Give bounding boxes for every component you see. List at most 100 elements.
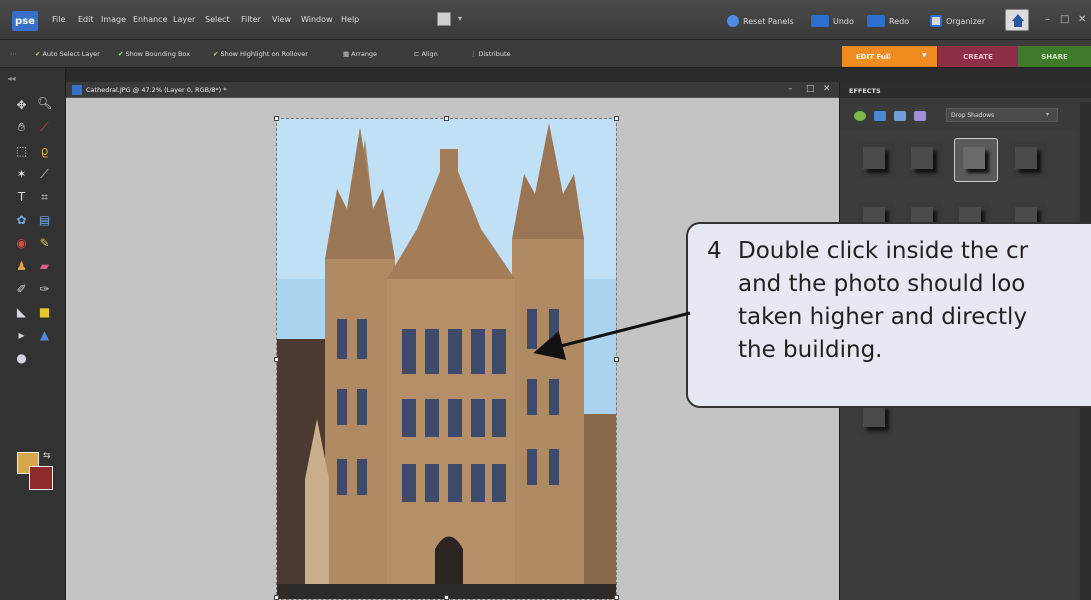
all-effects-icon[interactable] xyxy=(914,111,926,121)
callout-line-1: Double click inside the cr xyxy=(738,238,1029,264)
menu-image[interactable]: Image xyxy=(101,15,126,24)
straighten-tool-icon[interactable]: ▤ xyxy=(37,213,52,228)
cathedral-photo[interactable] xyxy=(276,118,617,600)
sponge-tool-icon[interactable]: ● xyxy=(14,351,29,366)
menu-file[interactable]: File xyxy=(52,15,65,24)
chevron-down-icon[interactable]: ▼ xyxy=(922,52,927,59)
arrange-icon: ▦ xyxy=(343,50,350,58)
organizer-button[interactable]: Organizer xyxy=(930,13,985,29)
callout-line-3: taken higher and directly xyxy=(738,304,1028,330)
custom-shape-tool-icon[interactable]: ▸ xyxy=(14,328,29,343)
effects-panel-title: EFFECTS xyxy=(849,87,881,95)
red-eye-tool-icon[interactable]: ◉ xyxy=(14,236,29,251)
blur-tool-icon[interactable]: ▲ xyxy=(37,328,52,343)
transform-handle-bottom[interactable] xyxy=(444,595,449,600)
chevron-down-icon[interactable]: ▾ xyxy=(1046,111,1049,118)
instruction-callout: 4 Double click inside the cr and the pho… xyxy=(686,222,1091,408)
clone-stamp-tool-icon[interactable]: ♟ xyxy=(14,259,29,274)
redo-button[interactable]: Redo xyxy=(867,13,909,29)
transform-handle-left[interactable] xyxy=(274,357,279,362)
bounding-box-label: Show Bounding Box xyxy=(125,50,191,58)
magic-wand-tool-icon[interactable]: ✶ xyxy=(14,167,29,182)
effects-category-select[interactable]: Drop Shadows xyxy=(946,108,1058,122)
distribute-label: Distribute xyxy=(478,50,511,58)
panel-collapse-icon[interactable]: ◂◂ xyxy=(4,71,19,86)
menu-enhance[interactable]: Enhance xyxy=(133,15,168,24)
distribute-button[interactable]: ⋮ Distribute xyxy=(470,50,511,58)
callout-line-4: the building. xyxy=(738,337,883,363)
tab-share[interactable]: SHARE xyxy=(1018,46,1091,67)
maximize-icon[interactable]: □ xyxy=(1060,14,1069,25)
smart-brush-tool-icon[interactable]: ✑ xyxy=(37,282,52,297)
step-number: 4 xyxy=(707,238,722,264)
crop-tool-icon[interactable]: ⌗ xyxy=(37,190,52,205)
lasso-tool-icon[interactable]: ϱ xyxy=(37,144,52,159)
maximize-icon[interactable]: □ xyxy=(806,84,815,94)
close-icon[interactable]: ✕ xyxy=(1078,14,1086,25)
move-tool-icon[interactable]: ✥ xyxy=(14,98,29,113)
photo-effects-icon[interactable] xyxy=(894,111,906,121)
transform-handle-top-right[interactable] xyxy=(614,116,619,121)
undo-label: Undo xyxy=(833,16,854,26)
menu-edit[interactable]: Edit xyxy=(78,15,94,24)
quick-selection-tool-icon[interactable]: ⟋ xyxy=(37,167,52,182)
menu-select[interactable]: Select xyxy=(205,15,230,24)
reset-panels-button[interactable]: Reset Panels xyxy=(727,13,794,29)
healing-brush-tool-icon[interactable]: ✎ xyxy=(37,236,52,251)
align-button[interactable]: ⊏ Align xyxy=(414,50,438,58)
swap-colors-icon[interactable]: ⇆ xyxy=(43,451,51,461)
zoom-tool-icon[interactable]: 🔍︎ xyxy=(37,96,52,111)
effect-thumbnail[interactable] xyxy=(1010,142,1046,178)
layout-grid-icon[interactable] xyxy=(437,12,451,26)
minimize-icon[interactable]: – xyxy=(1045,14,1050,25)
tab-create[interactable]: CREATE xyxy=(938,46,1018,67)
organizer-label: Organizer xyxy=(946,16,986,26)
menu-view[interactable]: View xyxy=(272,15,291,24)
menu-layer[interactable]: Layer xyxy=(173,15,195,24)
transform-handle-bottom-left[interactable] xyxy=(274,595,279,600)
home-icon[interactable] xyxy=(1005,9,1029,31)
effect-thumbnail[interactable] xyxy=(858,142,894,178)
menu-filter[interactable]: Filter xyxy=(241,15,261,24)
distribute-icon: ⋮ xyxy=(470,50,477,58)
eyedropper-tool-icon[interactable]: ⟋ xyxy=(37,120,52,135)
filters-icon[interactable] xyxy=(854,111,866,121)
type-tool-icon[interactable]: T xyxy=(14,190,29,205)
document-title: Cathedral.JPG @ 47.2% (Layer 0, RGB/8*) … xyxy=(86,86,227,94)
menu-window[interactable]: Window xyxy=(301,15,333,24)
auto-select-label: Auto Select Layer xyxy=(42,50,100,58)
checkmark-icon: ✔ xyxy=(213,50,219,58)
show-bounding-box-checkbox[interactable]: ✔ Show Bounding Box xyxy=(118,50,190,58)
effect-thumbnail[interactable] xyxy=(906,142,942,178)
redo-icon xyxy=(867,15,885,27)
gradient-tool-icon[interactable]: ■ xyxy=(37,305,52,320)
transform-handle-top[interactable] xyxy=(444,116,449,121)
redo-label: Redo xyxy=(889,16,910,26)
transform-handle-top-left[interactable] xyxy=(274,116,279,121)
show-highlight-checkbox[interactable]: ✔ Show Highlight on Rollover xyxy=(213,50,308,58)
align-icon: ⊏ xyxy=(414,50,420,58)
align-label: Align xyxy=(421,50,438,58)
highlight-label: Show Highlight on Rollover xyxy=(220,50,308,58)
minimize-icon[interactable]: – xyxy=(788,84,793,94)
brush-tool-icon[interactable]: ✐ xyxy=(14,282,29,297)
undo-button[interactable]: Undo xyxy=(811,13,854,29)
auto-select-layer-checkbox[interactable]: ✔ Auto Select Layer xyxy=(35,50,100,58)
effect-thumbnail-selected[interactable] xyxy=(954,138,998,182)
refresh-icon xyxy=(727,15,739,27)
background-color-swatch[interactable] xyxy=(29,466,53,490)
transform-handle-right[interactable] xyxy=(614,357,619,362)
cookie-cutter-tool-icon[interactable]: ✿ xyxy=(14,213,29,228)
options-grip-icon: ⋯ xyxy=(10,50,17,58)
hand-tool-icon[interactable]: ✋︎ xyxy=(14,120,29,135)
chevron-down-icon[interactable]: ▾ xyxy=(458,14,462,23)
checkmark-icon: ✔ xyxy=(35,50,41,58)
close-icon[interactable]: ✕ xyxy=(823,84,831,94)
arrange-button[interactable]: ▦ Arrange xyxy=(343,50,377,58)
paint-bucket-tool-icon[interactable]: ◣ xyxy=(14,305,29,320)
menu-help[interactable]: Help xyxy=(341,15,359,24)
eraser-tool-icon[interactable]: ▰ xyxy=(37,259,52,274)
layer-styles-icon[interactable] xyxy=(874,111,886,121)
marquee-tool-icon[interactable]: ⬚ xyxy=(14,144,29,159)
transform-handle-bottom-right[interactable] xyxy=(614,595,619,600)
